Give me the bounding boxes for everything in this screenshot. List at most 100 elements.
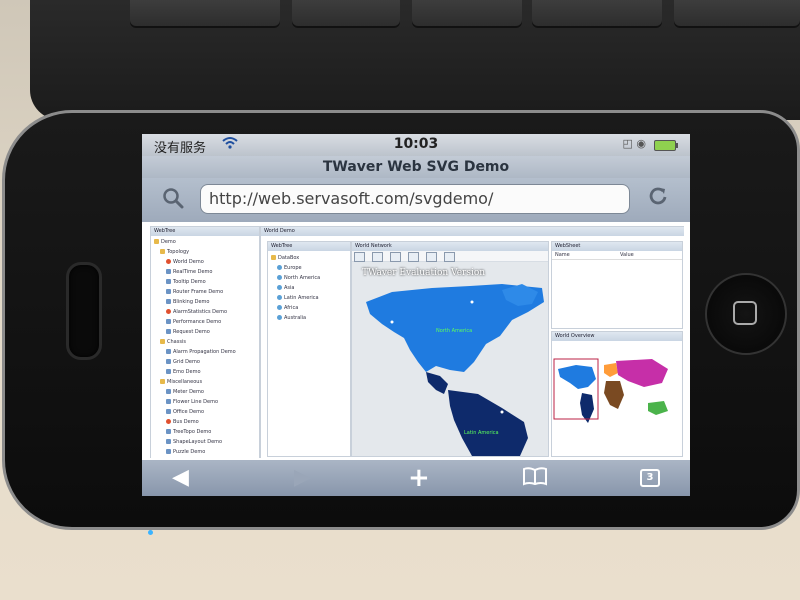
tree-item[interactable]: Meter Demo bbox=[151, 387, 259, 397]
folder-icon bbox=[160, 249, 165, 254]
pan-tool-button[interactable] bbox=[372, 252, 384, 262]
network-toolbar bbox=[352, 251, 548, 262]
url-input[interactable]: http://web.servasoft.com/svgdemo/ bbox=[200, 184, 630, 214]
map-node[interactable] bbox=[390, 320, 394, 324]
column-value[interactable]: Value bbox=[617, 251, 682, 259]
tree-item[interactable]: ShapeLayout Demo bbox=[151, 437, 259, 447]
tree-item-label: Office Demo bbox=[173, 409, 205, 415]
demo-tree-panel: WebTree Demo Topology World Demo RealTime D… bbox=[150, 226, 260, 458]
node-icon bbox=[166, 329, 171, 334]
address-bar: http://web.servasoft.com/svgdemo/ bbox=[142, 178, 690, 222]
tree-item[interactable]: Blinking Demo bbox=[151, 297, 259, 307]
node-icon bbox=[166, 429, 171, 434]
tree-item[interactable]: Grid Demo bbox=[151, 357, 259, 367]
world-tree: DataBox Europe North America Asia Latin Amer… bbox=[268, 251, 350, 323]
tree-item-label: Performance Demo bbox=[173, 319, 222, 325]
tree-item[interactable]: TreeTopo Demo bbox=[151, 427, 259, 437]
zoom-in-button[interactable] bbox=[390, 252, 402, 262]
search-icon[interactable] bbox=[162, 187, 184, 215]
tree-item-label: Asia bbox=[284, 285, 295, 291]
tree-item[interactable]: Request Demo bbox=[151, 327, 259, 337]
tree-item-label: Topology bbox=[167, 249, 190, 255]
reload-icon[interactable] bbox=[648, 186, 668, 212]
globe-icon bbox=[277, 275, 282, 280]
tree-item[interactable]: Tooltip Demo bbox=[151, 277, 259, 287]
tree-item[interactable]: Router Frame Demo bbox=[151, 287, 259, 297]
tree-item[interactable]: Demo bbox=[151, 237, 259, 247]
tree-item-label: Router Frame Demo bbox=[173, 289, 224, 295]
back-icon[interactable]: ◀ bbox=[172, 466, 189, 490]
tree-item[interactable]: Australia bbox=[268, 313, 350, 323]
tree-item-label: Emo Demo bbox=[173, 369, 201, 375]
globe-icon bbox=[277, 295, 282, 300]
column-name[interactable]: Name bbox=[552, 251, 617, 259]
map-node[interactable] bbox=[470, 300, 474, 304]
tree-item-label: DataBox bbox=[278, 255, 300, 261]
map-node[interactable] bbox=[500, 410, 504, 414]
node-icon bbox=[166, 359, 171, 364]
star-icon bbox=[166, 259, 171, 264]
tree-item[interactable]: Alarm Propagation Demo bbox=[151, 347, 259, 357]
browser-toolbar: ◀ ▶ + 3 bbox=[142, 460, 690, 496]
north-america-label[interactable]: North America bbox=[436, 328, 472, 334]
tree-item-label: Blinking Demo bbox=[173, 299, 210, 305]
node-icon bbox=[166, 279, 171, 284]
tree-item-label: Meter Demo bbox=[173, 389, 204, 395]
world-demo-panel: World Demo WebTree DataBox Europe North Am… bbox=[260, 226, 684, 458]
tree-item[interactable]: North America bbox=[268, 273, 350, 283]
globe-icon bbox=[277, 315, 282, 320]
tree-item-label: ShapeLayout Demo bbox=[173, 439, 223, 445]
add-bookmark-icon[interactable]: + bbox=[408, 465, 430, 491]
node-icon bbox=[166, 409, 171, 414]
demo-tree-title: WebTree bbox=[151, 227, 259, 236]
node-icon bbox=[166, 289, 171, 294]
tree-item[interactable]: Topology bbox=[151, 247, 259, 257]
latin-america-label[interactable]: Latin America bbox=[464, 430, 499, 436]
node-icon bbox=[166, 269, 171, 274]
keyboard-key bbox=[292, 0, 400, 28]
websheet-panel: WebSheet Name Value bbox=[551, 241, 683, 329]
tree-item[interactable]: Emo Demo bbox=[151, 367, 259, 377]
tree-item[interactable]: World Demo bbox=[151, 257, 259, 267]
select-tool-button[interactable] bbox=[354, 252, 365, 262]
tree-item[interactable]: Puzzle Demo bbox=[151, 447, 259, 457]
tree-item[interactable]: AlarmStatistics Demo bbox=[151, 307, 259, 317]
tree-item[interactable]: Asia bbox=[268, 283, 350, 293]
keyboard-key bbox=[674, 0, 800, 28]
tree-item-label: TreeTopo Demo bbox=[173, 429, 212, 435]
forward-icon[interactable]: ▶ bbox=[294, 466, 311, 490]
websheet-header: Name Value bbox=[552, 251, 682, 260]
tree-item-label: Tooltip Demo bbox=[173, 279, 206, 285]
tree-item[interactable]: Miscellaneous bbox=[151, 377, 259, 387]
tree-item-label: Demo bbox=[161, 239, 176, 245]
phone-speaker bbox=[66, 262, 102, 360]
tree-item[interactable]: Latin America bbox=[268, 293, 350, 303]
zoom-out-button[interactable] bbox=[408, 252, 420, 262]
keyboard-key bbox=[532, 0, 662, 28]
world-map[interactable]: TWaver Evaluation Version North America … bbox=[352, 262, 548, 456]
phone-screen: 没有服务 10:03 ◰ ◉ TWaver Web SVG Demo http:… bbox=[142, 134, 690, 496]
bookmarks-icon[interactable] bbox=[522, 466, 548, 492]
overview-toggle-button[interactable] bbox=[444, 252, 456, 262]
alarm-icon: ◉ bbox=[636, 137, 646, 150]
zoom-reset-button[interactable] bbox=[426, 252, 438, 262]
tree-item[interactable]: Bus Demo bbox=[151, 417, 259, 427]
folder-icon bbox=[160, 379, 165, 384]
tree-item[interactable]: Office Demo bbox=[151, 407, 259, 417]
tree-item-label: Latin America bbox=[284, 295, 319, 301]
tabs-button[interactable]: 3 bbox=[640, 469, 660, 487]
star-icon bbox=[166, 309, 171, 314]
tree-item[interactable]: DataBox bbox=[268, 253, 350, 263]
tree-item[interactable]: Performance Demo bbox=[151, 317, 259, 327]
tree-item[interactable]: Chassis bbox=[151, 337, 259, 347]
tree-item-label: Puzzle Demo bbox=[173, 449, 206, 455]
demo-tree: Demo Topology World Demo RealTime Demo Toolt… bbox=[151, 236, 259, 457]
world-overview-map[interactable] bbox=[552, 347, 682, 447]
tree-item[interactable]: Europe bbox=[268, 263, 350, 273]
web-content: WebTree Demo Topology World Demo RealTime D… bbox=[150, 226, 684, 458]
tree-item[interactable]: Africa bbox=[268, 303, 350, 313]
tree-item[interactable]: RealTime Demo bbox=[151, 267, 259, 277]
tree-item[interactable]: Flower Line Demo bbox=[151, 397, 259, 407]
status-icons: ◰ ◉ bbox=[622, 137, 646, 150]
node-icon bbox=[166, 319, 171, 324]
